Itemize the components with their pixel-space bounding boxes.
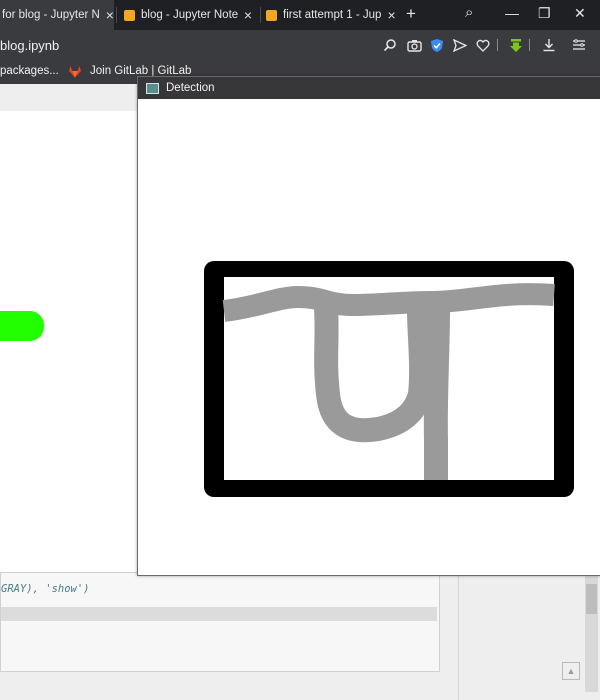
tab-title: first attempt 1 - Jup: [283, 9, 382, 21]
tab-title: for blog - Jupyter N: [2, 9, 100, 21]
restore-button[interactable]: ❐: [538, 5, 551, 22]
tab-title: blog - Jupyter Note: [141, 9, 238, 21]
tab-blog[interactable]: blog - Jupyter Note ×: [124, 0, 252, 30]
shield-icon[interactable]: [429, 37, 445, 53]
tab-close-icon[interactable]: ×: [106, 7, 114, 23]
jupyter-tab-icon: [124, 9, 135, 21]
new-tab-button[interactable]: +: [406, 4, 416, 24]
code-input-line[interactable]: [1, 607, 437, 621]
bookmark-packages[interactable]: packages...: [0, 65, 59, 77]
detection-window[interactable]: Detection: [137, 76, 600, 576]
green-marker: [0, 311, 44, 341]
jupyter-tab-icon: [266, 9, 277, 21]
code-text: GRAY), 'show'): [1, 583, 90, 595]
tab-bar: for blog - Jupyter N × blog - Jupyter No…: [0, 0, 600, 30]
search-tabs-icon[interactable]: ⌕: [465, 4, 473, 21]
tab-first-attempt[interactable]: first attempt 1 - Jup ×: [266, 0, 400, 30]
scrollbar-thumb[interactable]: [586, 584, 597, 614]
tab-divider: [260, 7, 261, 23]
address-field[interactable]: blog.ipynb: [0, 38, 59, 53]
download-arrow-icon[interactable]: [508, 37, 524, 53]
send-icon[interactable]: [452, 37, 468, 53]
tab-close-icon[interactable]: ×: [387, 7, 395, 23]
detection-canvas: [138, 99, 600, 575]
gitlab-icon: [69, 66, 81, 78]
download-icon[interactable]: [541, 37, 557, 53]
close-window-button[interactable]: ✕: [574, 5, 586, 22]
camera-icon[interactable]: [406, 37, 422, 53]
detection-titlebar[interactable]: Detection: [138, 77, 600, 99]
minimize-button[interactable]: —: [505, 5, 519, 21]
tab-close-icon[interactable]: ×: [244, 7, 252, 23]
side-panel: [458, 572, 585, 700]
tab-divider: [116, 7, 117, 23]
detection-title: Detection: [166, 82, 215, 94]
code-cell[interactable]: GRAY), 'show'): [0, 572, 440, 672]
address-toolbar: blog.ipynb: [0, 30, 600, 60]
heart-icon[interactable]: [475, 37, 491, 53]
window-app-icon: [146, 82, 159, 94]
tab-for-blog[interactable]: for blog - Jupyter N ×: [0, 0, 114, 30]
scroll-to-top-icon[interactable]: ▲: [562, 662, 580, 680]
detection-image: [204, 261, 574, 497]
toolbar-divider: [529, 39, 530, 51]
toolbar-divider: [497, 39, 498, 51]
menu-icon[interactable]: [571, 37, 587, 53]
zoom-icon[interactable]: [382, 37, 398, 53]
